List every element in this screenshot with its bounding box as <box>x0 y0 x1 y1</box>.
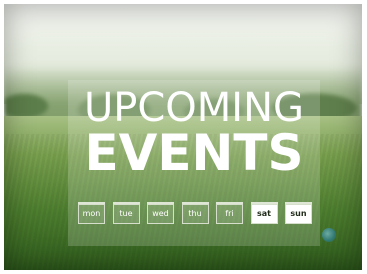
day-sat: sat <box>250 202 278 224</box>
blue-orb-decoration <box>322 228 336 242</box>
title-events: EVENTS <box>84 124 304 182</box>
slide-frame: UPCOMING EVENTS mon tue wed thu fri sat … <box>4 4 362 270</box>
day-wed: wed <box>147 202 174 224</box>
day-thu: thu <box>181 202 209 224</box>
day-fri: fri <box>216 202 243 224</box>
day-mon: mon <box>78 202 105 224</box>
weekday-row: mon tue wed thu fri sat sun <box>78 202 312 226</box>
day-sun: sun <box>285 202 312 224</box>
day-tue: tue <box>112 202 140 224</box>
